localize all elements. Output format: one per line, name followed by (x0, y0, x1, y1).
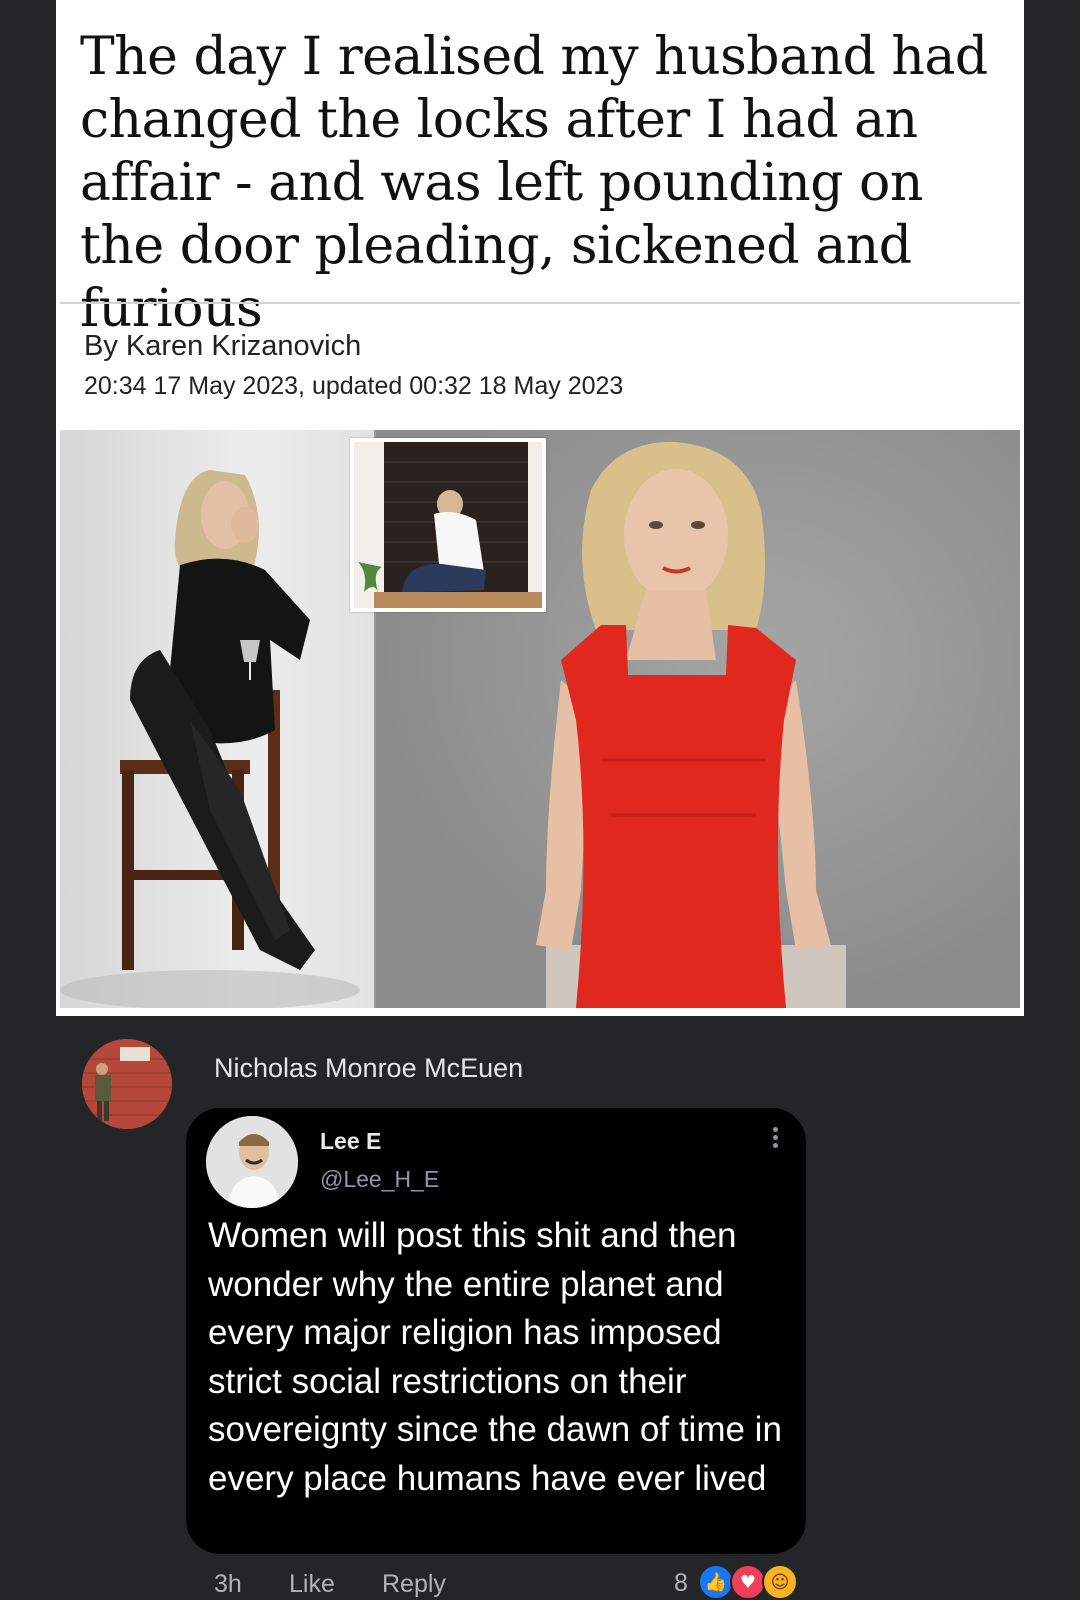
like-icon[interactable]: 👍 (698, 1564, 734, 1600)
commenter-name[interactable]: Nicholas Monroe McEuen (214, 1053, 523, 1084)
tweet-text: Women will post this shit and then wonde… (208, 1216, 782, 1498)
love-icon[interactable]: ♥ (730, 1564, 766, 1600)
haha-icon[interactable]: ☺ (762, 1564, 798, 1600)
like-button[interactable]: Like (289, 1570, 335, 1599)
article-card[interactable]: The day I realised my husband had change… (56, 0, 1024, 1016)
comment-bubble: Lee E @Lee_H_E Women will post this shit… (186, 1108, 806, 1554)
reaction-count[interactable]: 8 (674, 1569, 688, 1598)
photo-woman-black-dress (60, 430, 374, 1008)
tweet-author-avatar (206, 1116, 298, 1208)
article-headline: The day I realised my husband had change… (80, 27, 988, 339)
headline-divider (60, 302, 1020, 304)
commenter-avatar[interactable] (82, 1039, 172, 1129)
comment-timestamp[interactable]: 3h (214, 1570, 242, 1599)
tweet-author-handle: @Lee_H_E (320, 1166, 440, 1192)
article-photo (60, 430, 1020, 1008)
article-byline: By Karen Krizanovich (84, 330, 362, 362)
more-options-icon[interactable] (768, 1124, 782, 1154)
photo-inset-door (350, 438, 546, 612)
article-dateline: 20:34 17 May 2023, updated 00:32 18 May … (84, 372, 624, 400)
tweet-author-name: Lee E (320, 1128, 382, 1154)
reply-button[interactable]: Reply (382, 1570, 446, 1599)
